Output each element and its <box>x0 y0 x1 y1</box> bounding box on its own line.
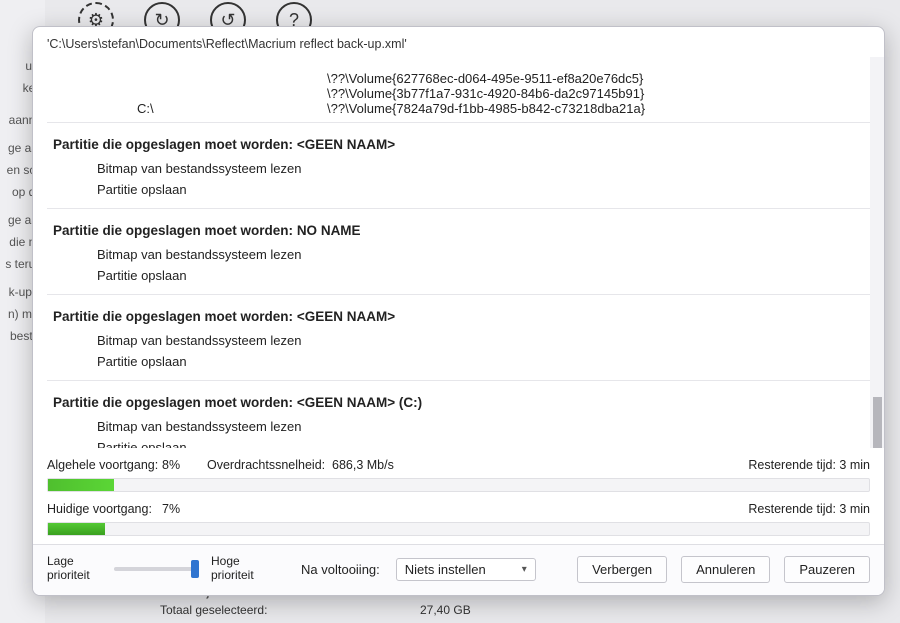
step-bitmap: Bitmap van bestandssysteem lezen <box>47 158 870 179</box>
heading-prefix: Partitie die opgeslagen moet worden: <box>53 309 293 324</box>
remaining-overall: Resterende tijd: 3 min <box>748 458 870 472</box>
step-bitmap: Bitmap van bestandssysteem lezen <box>47 416 870 437</box>
current-progress-pct: 7% <box>162 502 207 516</box>
heading-name: <GEEN NAAM> (C:) <box>297 395 422 410</box>
volume-drive <box>97 86 327 101</box>
current-progress-bar <box>47 522 870 536</box>
chevron-down-icon: ▾ <box>522 564 527 575</box>
step-bitmap: Bitmap van bestandssysteem lezen <box>47 244 870 265</box>
volume-drive <box>97 71 327 86</box>
remaining-current: Resterende tijd: 3 min <box>748 502 870 516</box>
overall-progress-label: Algehele voortgang: <box>47 458 162 472</box>
volume-path: \??\Volume{627768ec-d064-495e-9511-ef8a2… <box>327 71 870 86</box>
hide-button[interactable]: Verbergen <box>577 556 667 583</box>
cancel-button[interactable]: Annuleren <box>681 556 770 583</box>
overall-progress-pct: 8% <box>162 458 207 472</box>
pause-button[interactable]: Pauzeren <box>784 556 870 583</box>
remain-value: 3 min <box>839 458 870 472</box>
overall-progress-fill <box>48 479 114 491</box>
high-priority-label: Hoge prioriteit <box>211 555 271 583</box>
step-save: Partitie opslaan <box>47 437 870 448</box>
current-progress-label: Huidige voortgang: <box>47 502 162 516</box>
dialog-title-path: 'C:\Users\stefan\Documents\Reflect\Macri… <box>33 27 884 57</box>
content-area: \??\Volume{627768ec-d064-495e-9511-ef8a2… <box>33 57 884 448</box>
bottom-panel: Lage prioriteit Hoge prioriteit Na volto… <box>33 544 884 595</box>
transfer-value: 686,3 Mb/s <box>332 458 748 472</box>
remain-label: Resterende tijd: <box>748 458 836 472</box>
partition-heading: Partitie die opgeslagen moet worden: <GE… <box>47 393 870 416</box>
volume-list: \??\Volume{627768ec-d064-495e-9511-ef8a2… <box>47 61 870 122</box>
scrollbar-track[interactable] <box>870 57 884 448</box>
current-progress-fill <box>48 523 105 535</box>
remain-label: Resterende tijd: <box>748 502 836 516</box>
heading-name: NO NAME <box>297 223 361 238</box>
partition-section: Partitie die opgeslagen moet worden: <GE… <box>47 122 870 208</box>
heading-prefix: Partitie die opgeslagen moet worden: <box>53 395 293 410</box>
heading-name: <GEEN NAAM> <box>297 309 395 324</box>
partition-section: Partitie die opgeslagen moet worden: <GE… <box>47 294 870 380</box>
transfer-label: Overdrachtssnelheid: <box>207 458 332 472</box>
partition-heading: Partitie die opgeslagen moet worden: <GE… <box>47 307 870 330</box>
overall-progress-bar <box>47 478 870 492</box>
heading-name: <GEEN NAAM> <box>297 137 395 152</box>
low-priority-label: Lage prioriteit <box>47 555 102 583</box>
onfinish-value: Niets instellen <box>405 562 486 577</box>
volume-path: \??\Volume{7824a79d-f1bb-4985-b842-c7321… <box>327 101 870 116</box>
priority-slider[interactable] <box>114 567 199 571</box>
partition-heading: Partitie die opgeslagen moet worden: <GE… <box>47 135 870 158</box>
onfinish-label: Na voltooiing: <box>301 562 380 577</box>
log-content: \??\Volume{627768ec-d064-495e-9511-ef8a2… <box>33 57 884 448</box>
remain-value: 3 min <box>839 502 870 516</box>
backup-progress-dialog: 'C:\Users\stefan\Documents\Reflect\Macri… <box>32 26 885 596</box>
bg-footer-value: 27,40 GB <box>420 603 471 617</box>
volume-drive: C:\ <box>97 101 327 116</box>
step-save: Partitie opslaan <box>47 265 870 286</box>
step-save: Partitie opslaan <box>47 179 870 200</box>
partition-section: Partitie die opgeslagen moet worden: NO … <box>47 208 870 294</box>
heading-prefix: Partitie die opgeslagen moet worden: <box>53 137 293 152</box>
step-bitmap: Bitmap van bestandssysteem lezen <box>47 330 870 351</box>
partition-section: Partitie die opgeslagen moet worden: <GE… <box>47 380 870 448</box>
progress-block: Algehele voortgang: 8% Overdrachtssnelhe… <box>33 448 884 544</box>
heading-prefix: Partitie die opgeslagen moet worden: <box>53 223 293 238</box>
slider-thumb[interactable] <box>191 560 199 578</box>
partition-heading: Partitie die opgeslagen moet worden: NO … <box>47 221 870 244</box>
step-save: Partitie opslaan <box>47 351 870 372</box>
bg-footer-label: Totaal geselecteerd: <box>160 603 420 617</box>
onfinish-dropdown[interactable]: Niets instellen ▾ <box>396 558 536 581</box>
volume-path: \??\Volume{3b77f1a7-931c-4920-84b6-da2c9… <box>327 86 870 101</box>
scrollbar-thumb[interactable] <box>873 397 882 448</box>
